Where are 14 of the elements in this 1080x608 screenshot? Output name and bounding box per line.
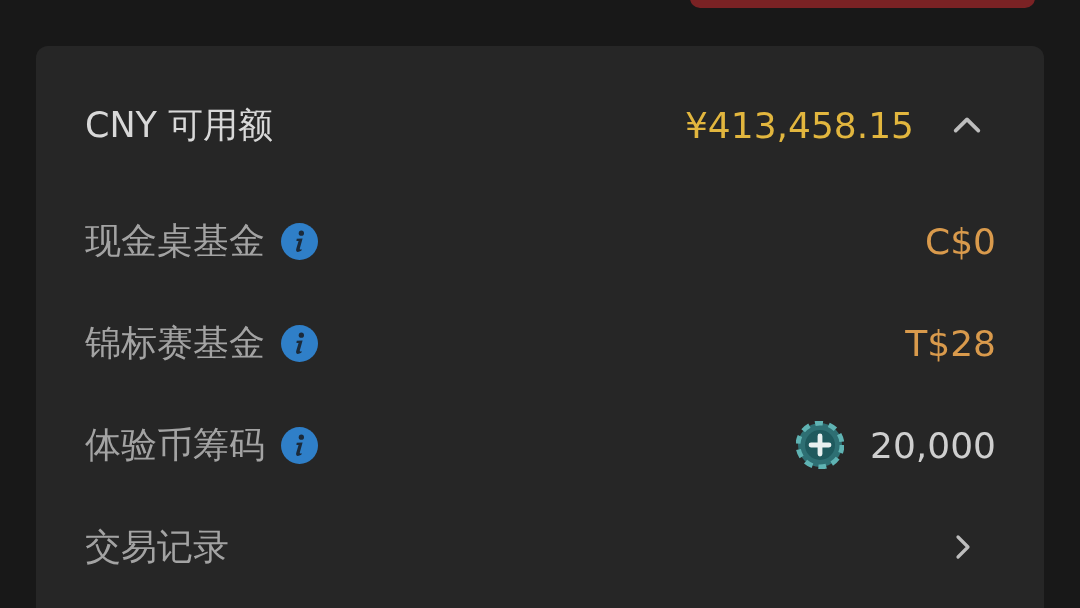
info-icon[interactable]	[281, 222, 318, 260]
row-value: T$28	[905, 322, 996, 364]
chip-icon	[796, 421, 845, 469]
row-value: 20,000	[870, 424, 996, 466]
row-label: 交易记录	[85, 524, 229, 569]
row-label: 体验币筹码	[85, 422, 265, 467]
info-icon[interactable]	[281, 426, 318, 464]
transactions-link[interactable]: 交易记录	[85, 496, 996, 598]
row-label: 现金桌基金	[85, 218, 265, 263]
info-icon[interactable]	[281, 324, 318, 362]
row-value: C$0	[925, 220, 996, 262]
balance-amount: ¥413,458.15	[684, 104, 914, 146]
balance-label: CNY 可用额	[85, 103, 274, 147]
row-label: 锦标赛基金	[85, 320, 265, 365]
